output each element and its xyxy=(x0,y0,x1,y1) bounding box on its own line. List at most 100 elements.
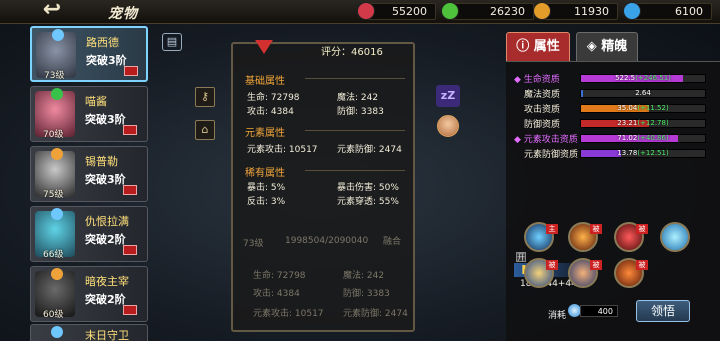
aptitude-label: 防御资质 xyxy=(524,120,561,130)
fire-element-icon xyxy=(51,148,63,160)
stat-element-atk: 元素攻击: 10517 xyxy=(247,145,318,155)
stat-atk: 攻击: 4384 xyxy=(247,107,294,117)
red-marker-icon xyxy=(255,40,273,54)
stat-hp: 生命: 72798 xyxy=(247,93,300,103)
ghost-eatk: 元素攻击: 10517 xyxy=(253,309,324,319)
open-toggle[interactable]: 开 xyxy=(516,252,526,262)
pet-card-xipule[interactable]: 75级 锡普勒 突破3阶 xyxy=(30,146,148,202)
cost-value: 400 xyxy=(580,305,618,317)
section-element: 元素属性 xyxy=(245,124,405,139)
ghost-def: 防御: 3383 xyxy=(343,289,390,299)
back-arrow-icon[interactable]: ↩ xyxy=(32,0,72,22)
red-tag-icon xyxy=(123,185,137,195)
aptitude-label: ◆ 元素攻击资质 xyxy=(514,135,578,145)
aptitude-label: ◆ 生命资质 xyxy=(514,75,560,85)
red-tag-icon xyxy=(123,305,137,315)
skill-badge: 被 xyxy=(590,260,602,270)
pet-card-anyezhuzai[interactable]: 60级 暗夜主宰 突破2阶 xyxy=(30,266,148,322)
pet-card-miaojiang[interactable]: 70级 喵酱 突破3阶 xyxy=(30,86,148,142)
lock-icon[interactable]: ⌂ xyxy=(195,120,215,140)
ghost-fuse: 融合 xyxy=(383,237,402,247)
key-icon[interactable]: ⚷ xyxy=(195,87,215,107)
pet-break-tier: 突破2阶 xyxy=(85,233,126,246)
aptitude-label: 攻击资质 xyxy=(524,105,561,115)
pet-level: 73级 xyxy=(44,71,65,81)
gold-coin-icon xyxy=(533,2,551,20)
pet-name: 仇恨拉满 xyxy=(85,215,129,228)
section-basic: 基础属性 xyxy=(245,72,405,87)
stat-crit-dmg: 暴击伤害: 50% xyxy=(337,183,399,193)
stats-panel: 评分：46016 基础属性 生命: 72798 魔法: 242 攻击: 4384… xyxy=(231,40,415,332)
ghost-atk: 攻击: 4384 xyxy=(253,289,300,299)
aptitude-value: 522.5(+246.51) xyxy=(615,74,671,82)
page-title: 宠物 xyxy=(108,6,138,22)
stat-crit: 暴击: 5% xyxy=(247,183,286,193)
ghost-mp: 魔法: 242 xyxy=(343,271,385,281)
character-avatar[interactable] xyxy=(437,115,459,137)
aptitude-bar: 13.78(+12.51) xyxy=(580,149,706,158)
pet-name: 暗夜主宰 xyxy=(85,275,129,288)
stat-mp: 魔法: 242 xyxy=(337,93,379,103)
aptitude-value: 71.02(+40.86) xyxy=(617,134,669,142)
handbook-icon[interactable]: ▤ xyxy=(162,33,182,51)
aptitude-label: 魔法资质 xyxy=(524,90,561,100)
pet-name: 路西德 xyxy=(86,36,119,49)
aptitude-bar: 23.21(+12.78) xyxy=(580,119,706,128)
aptitude-value: 2.64 xyxy=(635,89,651,97)
aptitude-list: ◆ 生命资质 522.5(+246.51) 魔法资质 2.64 攻击资质 35.04(+1… xyxy=(506,61,720,341)
stat-def: 防御: 3383 xyxy=(337,107,384,117)
ghost-hp: 生命: 72798 xyxy=(253,271,306,281)
pet-score: 评分：46016 xyxy=(321,47,383,58)
top-bar: ↩ 宠物 55200 26230 11930 6100 xyxy=(0,0,720,24)
pet-level: 70级 xyxy=(43,130,64,140)
ice-element-icon xyxy=(52,29,64,41)
pet-card-lucid[interactable]: 73级 路西德 突破3阶 xyxy=(30,26,148,82)
pet-level: 66级 xyxy=(43,250,64,260)
ghost-exp: 1998504/2090040 xyxy=(285,236,369,246)
aptitude-bar: 522.5(+246.51) xyxy=(580,74,706,83)
ghost-edef: 元素防御: 2474 xyxy=(343,309,408,319)
cost-label: 消耗 xyxy=(548,311,567,321)
wind-element-icon xyxy=(51,88,63,100)
stat-counter: 反击: 3% xyxy=(247,197,286,207)
stat-pierce: 元素穿透: 55% xyxy=(337,197,399,207)
highlight-diamond-icon: ◆ xyxy=(514,135,524,145)
pet-list[interactable]: 73级 路西德 突破3阶 70级 喵酱 突破3阶 75级 锡普勒 突破3阶 66… xyxy=(30,26,148,341)
skill-badge: 被 xyxy=(636,224,648,234)
red-tag-icon xyxy=(123,245,137,255)
tab-soul[interactable]: ◈ 精魄 xyxy=(576,32,638,62)
tab-attributes[interactable]: ⓘ 属性 xyxy=(506,32,570,62)
ice-element-icon xyxy=(51,208,63,220)
skill-whirl-icon[interactable] xyxy=(660,222,690,252)
aptitude-bar: 71.02(+40.86) xyxy=(580,134,706,143)
pet-name: 锡普勒 xyxy=(85,155,118,168)
blue-crystal-icon xyxy=(623,2,641,20)
stat-element-def: 元素防御: 2474 xyxy=(337,145,402,155)
comprehend-button[interactable]: 领悟 xyxy=(636,300,690,322)
ice-element-icon xyxy=(51,326,63,338)
section-rare: 稀有属性 xyxy=(245,164,405,179)
pet-level: 60级 xyxy=(43,310,64,320)
pet-break-tier: 突破3阶 xyxy=(85,173,126,186)
pet-break-tier: 突破3阶 xyxy=(86,54,127,67)
pet-break-tier: 突破3阶 xyxy=(85,113,126,126)
aptitude-bar: 2.64 xyxy=(580,89,706,98)
green-gem-icon xyxy=(441,2,459,20)
red-tag-icon xyxy=(123,125,137,135)
pet-break-tier: 突破2阶 xyxy=(85,293,126,306)
sleep-zzz-icon[interactable]: zZ xyxy=(436,85,460,107)
pet-card-chouhenlaman[interactable]: 66级 仇恨拉满 突破2阶 xyxy=(30,206,148,262)
skill-badge: 被 xyxy=(546,260,558,270)
attribute-panel: ⓘ 属性 ◈ 精魄 ◆ 生命资质 522.5(+246.51) 魔法资质 2.64 攻击… xyxy=(498,32,720,341)
aptitude-bar: 35.04(+11.52) xyxy=(580,104,706,113)
pet-name: 末日守卫 xyxy=(85,329,129,341)
aptitude-label: 元素防御资质 xyxy=(524,150,579,160)
skill-badge: 被 xyxy=(636,260,648,270)
pet-card-moriShouwei[interactable]: 末日守卫 xyxy=(30,324,148,341)
skill-badge: 被 xyxy=(590,224,602,234)
resource-blue-crystal: 6100 xyxy=(623,2,712,20)
highlight-diamond-icon: ◆ xyxy=(514,75,524,85)
fire-element-icon xyxy=(51,268,63,280)
resource-red-gem: 55200 xyxy=(357,2,436,20)
aptitude-value: 13.78(+12.51) xyxy=(617,149,669,157)
